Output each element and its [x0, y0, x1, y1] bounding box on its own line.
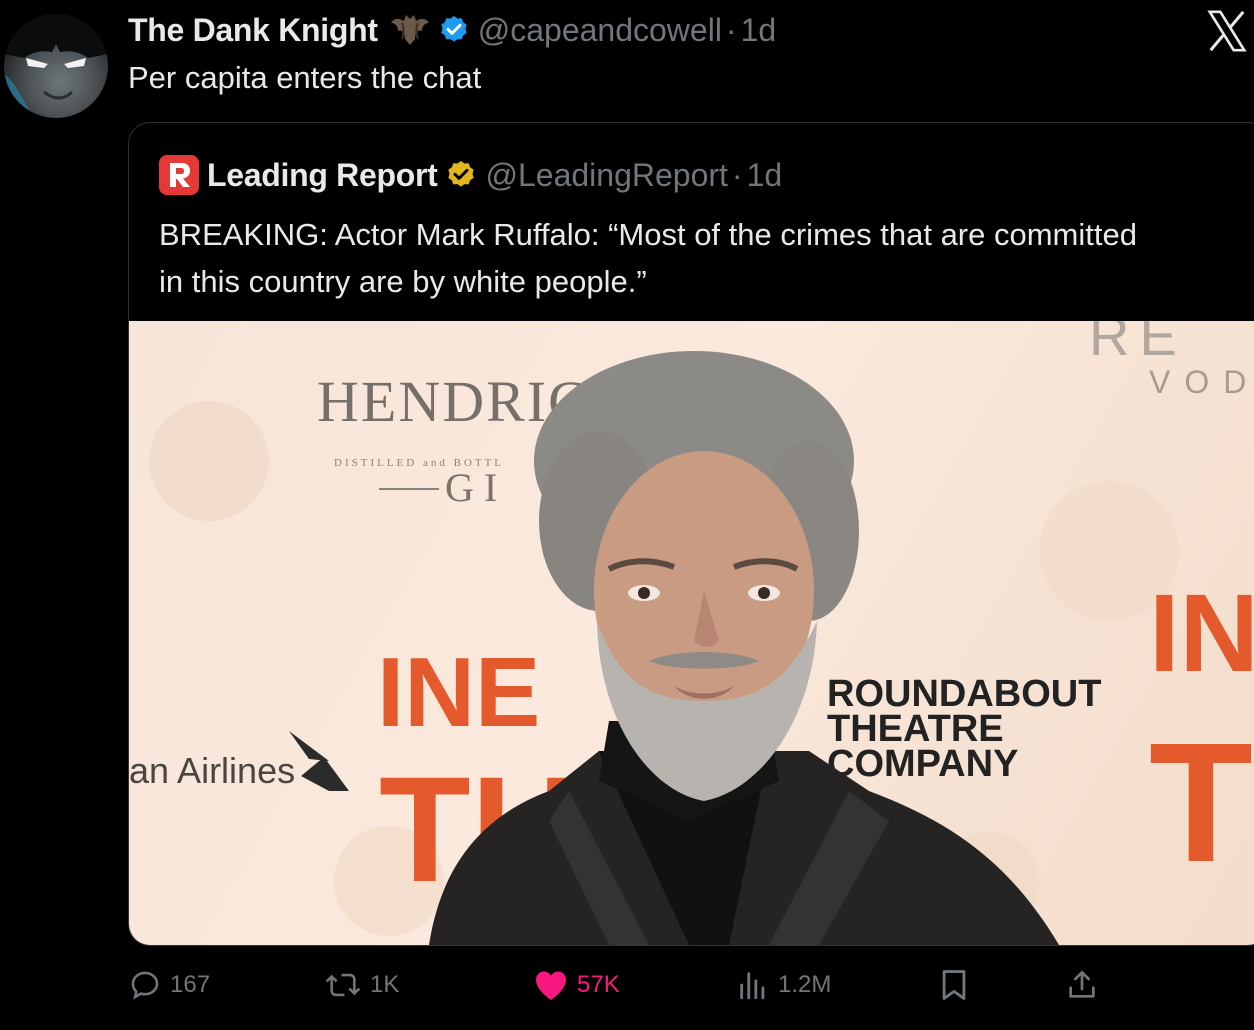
share-button[interactable] — [1066, 960, 1106, 1010]
retweet-count: 1K — [370, 971, 400, 998]
quoted-handle[interactable]: @LeadingReport — [485, 157, 727, 194]
quoted-separator-dot: · — [731, 156, 743, 193]
display-name[interactable]: The Dank Knight — [128, 12, 378, 49]
separator-dot: · — [725, 11, 737, 48]
quoted-display-name[interactable]: Leading Report — [207, 157, 438, 194]
reply-button[interactable]: 167 — [128, 960, 210, 1010]
quoted-tweet-image[interactable]: HENDRIC DISTILLED and BOTTL GI RE VOD an… — [129, 321, 1254, 945]
heart-icon — [536, 971, 566, 1000]
retweet-icon — [325, 973, 361, 997]
views-count: 1.2M — [778, 971, 832, 998]
quoted-timestamp[interactable]: 1d — [747, 157, 783, 194]
reply-count: 167 — [170, 971, 211, 998]
bookmark-icon — [942, 970, 966, 1000]
handle[interactable]: @capeandcowell — [478, 12, 722, 49]
roundabout-text-3: COMPANY — [827, 743, 1018, 785]
leading-report-logo-icon — [159, 155, 199, 195]
avatar[interactable] — [4, 14, 108, 118]
red-letters-top: INE — [377, 637, 540, 747]
quoted-tweet-header: Leading Report @LeadingReport · 1d — [159, 155, 782, 195]
right-red-letters-bottom: T — [1149, 708, 1253, 898]
views-button[interactable]: 1.2M — [736, 960, 831, 1010]
retweet-button[interactable]: 1K — [324, 960, 399, 1010]
action-bar: 167 1K 57K 1.2M — [128, 960, 1128, 1010]
like-count: 57K — [577, 971, 620, 998]
airlines-text: an Airlines — [129, 750, 295, 791]
bookmark-button[interactable] — [938, 960, 978, 1010]
quoted-tweet-text: BREAKING: Actor Mark Ruffalo: “Most of t… — [159, 217, 1137, 299]
batman-avatar-art — [4, 14, 108, 118]
timestamp[interactable]: 1d — [741, 12, 777, 49]
verified-blue-badge-icon — [438, 14, 470, 46]
verified-gold-badge-icon — [445, 159, 477, 191]
tweet-header: The Dank Knight @capeandcowell · 1d — [128, 10, 776, 50]
press-photo: HENDRIC DISTILLED and BOTTL GI RE VOD an… — [129, 321, 1254, 945]
share-icon — [1069, 971, 1095, 998]
right-red-letters-top: IN — [1149, 572, 1254, 695]
tweet-text: Per capita enters the chat — [128, 60, 482, 95]
reply-icon — [131, 971, 159, 1000]
like-button[interactable]: 57K — [533, 960, 620, 1010]
quoted-tweet[interactable]: Leading Report @LeadingReport · 1d BREAK… — [128, 122, 1254, 946]
views-icon — [740, 972, 765, 1000]
top-right-text-1: RE — [1089, 321, 1187, 367]
top-right-text-2: VOD — [1149, 364, 1254, 400]
gin-text: GI — [445, 465, 507, 510]
bat-emoji-icon — [390, 13, 430, 47]
x-logo-icon[interactable] — [1204, 8, 1250, 54]
